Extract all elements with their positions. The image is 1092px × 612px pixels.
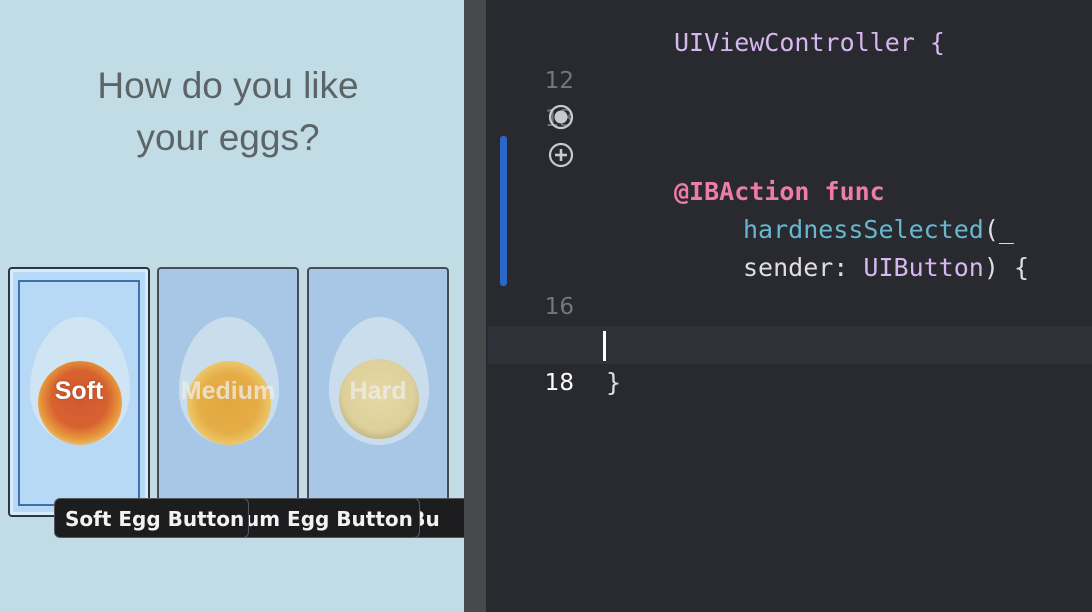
text-cursor [603, 331, 606, 361]
code-line-18[interactable]: 18 [488, 326, 1092, 396]
hard-egg-button[interactable]: Hard [307, 267, 449, 517]
code-editor[interactable]: UIViewController { 12 13 @IBAction func … [488, 0, 1092, 612]
soft-egg-tooltip: Soft Egg Button [54, 498, 249, 538]
code-line-16: 16 } [488, 250, 1092, 359]
code-line-12: 12 [488, 24, 1092, 94]
storyboard-canvas: How do you like your eggs? Soft Medium H… [0, 0, 464, 612]
code-line-13: 13 [488, 62, 1092, 132]
medium-egg-tooltip: um Egg Button [234, 498, 420, 538]
medium-egg-button[interactable]: Medium [157, 267, 299, 517]
question-label: How do you like your eggs? [97, 65, 359, 158]
split-view-divider[interactable] [464, 0, 488, 612]
code-line-14-wrap-1: hardnessSelected(_ [488, 173, 1092, 244]
medium-egg-label: Medium [180, 377, 276, 405]
breakpoint-circle-icon[interactable] [548, 104, 574, 130]
code-line-14: @IBAction func [488, 135, 1092, 206]
soft-egg-label: Soft [54, 377, 104, 405]
code-line-11: UIViewController { [488, 0, 1092, 57]
code-line-17: 17 } [488, 288, 1092, 397]
class-close-brace: } [606, 368, 622, 397]
code-line-14-wrap-2: sender: UIButton) { [488, 211, 1092, 282]
soft-egg-button[interactable]: Soft [8, 267, 150, 517]
hard-egg-label: Hard [349, 377, 407, 405]
line-number: 18 [544, 370, 574, 396]
